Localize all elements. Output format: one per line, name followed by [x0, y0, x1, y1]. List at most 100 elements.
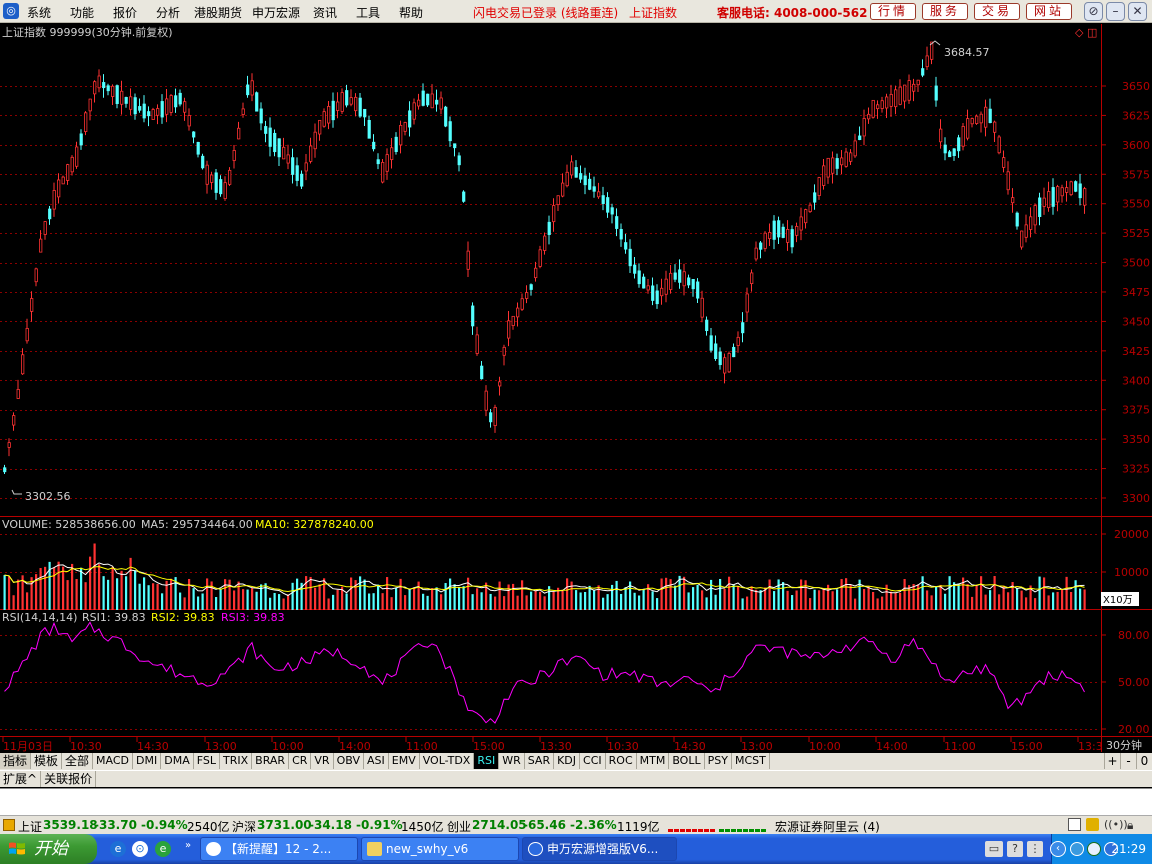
tab-boll[interactable]: BOLL: [669, 753, 705, 769]
tab-mcst[interactable]: MCST: [732, 753, 770, 769]
candle-body: [759, 242, 763, 250]
nav-quotes-button[interactable]: 行情: [870, 3, 916, 20]
menu-tools[interactable]: 工具: [356, 4, 380, 21]
candle-body: [417, 99, 421, 107]
status-signal-icon[interactable]: ((•)): [1104, 818, 1128, 831]
status-bell-icon[interactable]: [1086, 818, 1099, 831]
tab-vr[interactable]: VR: [311, 753, 334, 769]
candle-body: [781, 226, 785, 238]
candle-body: [547, 221, 551, 235]
candle-body: [804, 209, 808, 224]
tab-rsi[interactable]: RSI: [474, 753, 500, 769]
candle-body: [1011, 197, 1015, 204]
start-button[interactable]: 开始: [0, 834, 97, 864]
security-shield-icon[interactable]: [1087, 842, 1101, 856]
volume-bar: [39, 568, 42, 610]
volume-bar: [1007, 592, 1010, 610]
keyboard-icon[interactable]: ▭: [985, 841, 1003, 857]
status-lock-icon[interactable]: 🔒︎: [1127, 818, 1133, 833]
ext-related-quotes-tab[interactable]: 关联报价: [41, 771, 97, 787]
menu-swhy[interactable]: 申万宏源: [252, 4, 300, 21]
price-tick-label: 3400: [1122, 374, 1150, 387]
period-label[interactable]: 30分钟: [1106, 738, 1142, 752]
volume-bar: [102, 576, 105, 610]
tab-cci[interactable]: CCI: [580, 753, 606, 769]
taskbar-item-app[interactable]: 申万宏源增强版V6...: [522, 837, 677, 861]
candle-body: [651, 285, 655, 301]
volume-bar: [930, 595, 933, 610]
window-restore-icon[interactable]: ⊘: [1084, 2, 1103, 21]
volume-bar: [192, 588, 195, 610]
tab-roc[interactable]: ROC: [606, 753, 637, 769]
taskbar-item-browser[interactable]: 【新提醒】12 - 2...: [200, 837, 358, 861]
tab-sar[interactable]: SAR: [525, 753, 555, 769]
tab-emv[interactable]: EMV: [389, 753, 420, 769]
tab-asi[interactable]: ASI: [364, 753, 389, 769]
tab-brar[interactable]: BRAR: [252, 753, 290, 769]
volume-bar: [309, 576, 312, 610]
volume-bar: [458, 587, 461, 610]
windows-flag-icon: [9, 842, 25, 855]
menu-news[interactable]: 资讯: [313, 4, 337, 21]
chrome-icon[interactable]: ⊙: [132, 841, 148, 857]
hs-name[interactable]: 沪深: [232, 818, 256, 835]
window-minimize-icon[interactable]: –: [1106, 2, 1125, 21]
rsi-label: RSI(14,14,14): [2, 611, 77, 624]
tab-reset-button[interactable]: 0: [1136, 753, 1152, 769]
tab-psy[interactable]: PSY: [705, 753, 732, 769]
tab-add-button[interactable]: +: [1104, 753, 1120, 769]
nav-service-button[interactable]: 服务: [922, 3, 968, 20]
volume-bar: [615, 580, 618, 610]
app-logo-icon[interactable]: ◎: [3, 3, 19, 19]
help-tray-icon[interactable]: ?: [1007, 841, 1023, 857]
tray-collapse-icon[interactable]: ‹: [1050, 841, 1066, 857]
chart-window-icon[interactable]: ◫: [1087, 26, 1097, 39]
chart-expand-icon[interactable]: ◇: [1075, 26, 1084, 39]
ime-icon[interactable]: ⋮: [1027, 841, 1043, 857]
server-name[interactable]: 宏源证券阿里云 (4): [775, 818, 880, 835]
tab-dmi[interactable]: DMI: [133, 753, 162, 769]
nav-website-button[interactable]: 网站: [1026, 3, 1072, 20]
nav-trade-button[interactable]: 交易: [974, 3, 1020, 20]
volume-bar: [143, 577, 146, 610]
tab-cr[interactable]: CR: [289, 753, 312, 769]
network-icon[interactable]: [1070, 842, 1084, 856]
cy-name[interactable]: 创业: [447, 818, 471, 835]
tab-trix[interactable]: TRIX: [220, 753, 253, 769]
candle-body: [358, 97, 362, 117]
sh-amount: 2540亿: [187, 820, 230, 834]
quicklaunch-more-icon[interactable]: »: [180, 838, 196, 854]
kline-chart-area[interactable]: 3650 3625 3600 3575 3550 3525 3500 3475 3450 3425…: [0, 24, 1152, 753]
tab-all[interactable]: 全部: [62, 753, 94, 769]
tab-vol-tdx[interactable]: VOL-TDX: [420, 753, 475, 769]
sh-name[interactable]: 上证: [18, 818, 42, 835]
candle-body: [1069, 181, 1073, 196]
tab-remove-button[interactable]: -: [1120, 753, 1136, 769]
menu-hk-futures[interactable]: 港股期货: [194, 4, 242, 21]
ie-icon[interactable]: e: [110, 841, 126, 857]
tab-kdj[interactable]: KDJ: [554, 753, 581, 769]
candle-body: [273, 132, 277, 153]
tab-mtm[interactable]: MTM: [637, 753, 670, 769]
tab-obv[interactable]: OBV: [334, 753, 364, 769]
browser360-icon[interactable]: e: [155, 841, 171, 857]
menu-analysis[interactable]: 分析: [156, 4, 180, 21]
menu-function[interactable]: 功能: [70, 4, 94, 21]
volume-bar: [651, 591, 654, 610]
window-close-icon[interactable]: ✕: [1128, 2, 1147, 21]
menu-system[interactable]: 系统: [27, 4, 51, 21]
status-window-icon[interactable]: [1068, 818, 1081, 831]
taskbar-item-folder[interactable]: new_swhy_v6: [361, 837, 519, 861]
menu-help[interactable]: 帮助: [399, 4, 423, 21]
tab-wr[interactable]: WR: [499, 753, 525, 769]
tab-macd[interactable]: MACD: [93, 753, 134, 769]
tab-dma[interactable]: DMA: [161, 753, 194, 769]
tab-template[interactable]: 模板: [31, 753, 63, 769]
candle-body: [21, 354, 25, 375]
tab-fsl[interactable]: FSL: [194, 753, 220, 769]
candle-body: [97, 75, 101, 89]
tab-indicator[interactable]: 指标: [0, 753, 32, 769]
menu-quote[interactable]: 报价: [113, 4, 137, 21]
ext-expand-tab[interactable]: 扩展^: [0, 771, 42, 787]
candle-body: [246, 84, 250, 96]
